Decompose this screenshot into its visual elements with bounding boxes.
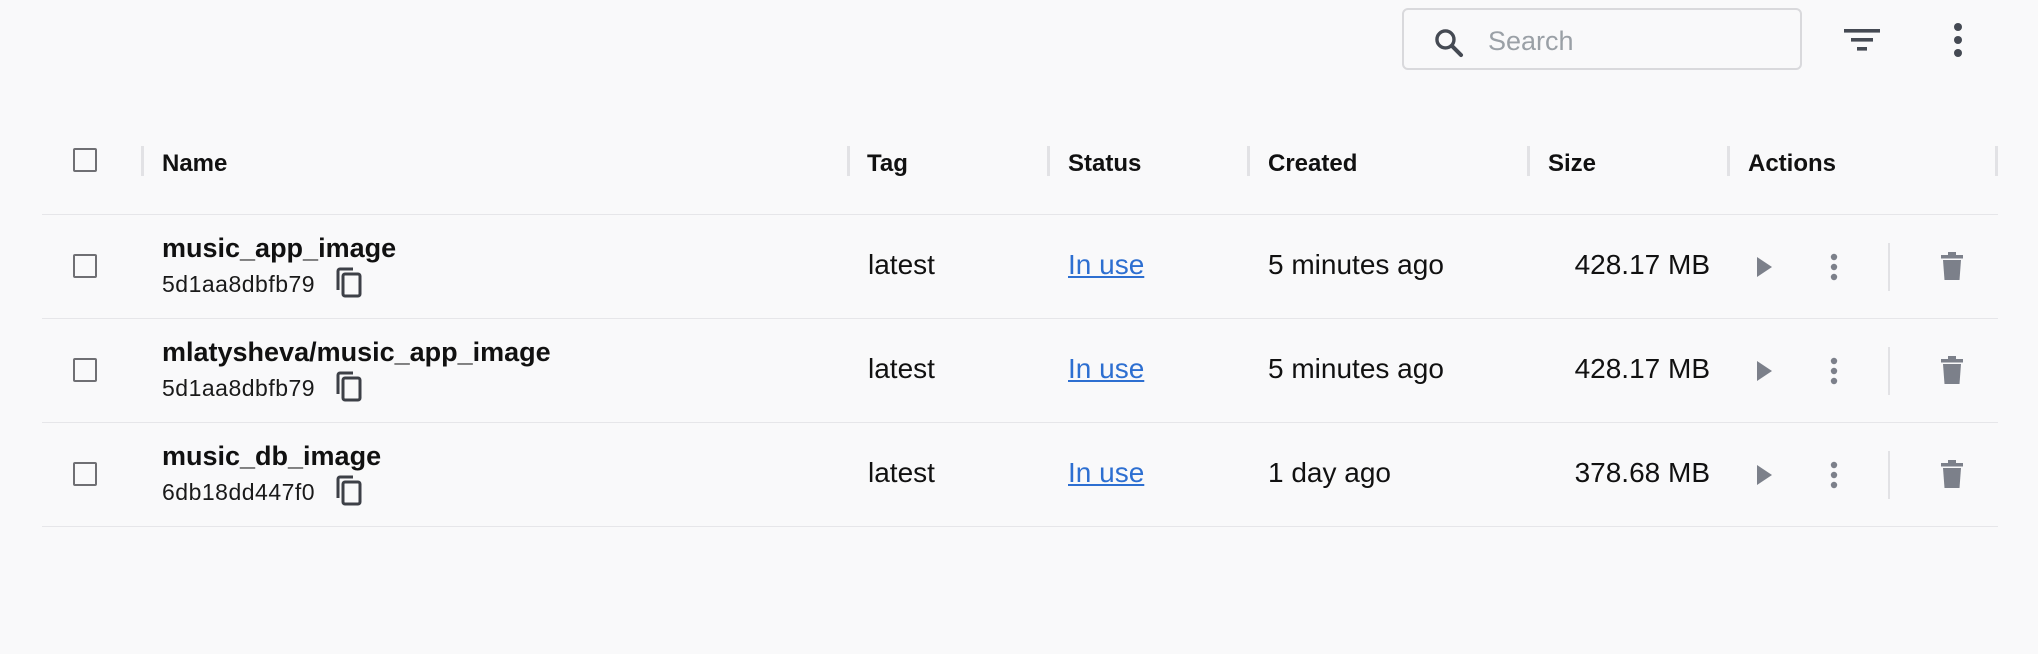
- filter-list-icon: [1844, 29, 1880, 51]
- created-time: 5 minutes ago: [1268, 353, 1444, 384]
- column-header-status[interactable]: Status: [1068, 144, 1141, 184]
- play-icon: [1757, 257, 1772, 277]
- delete-button[interactable]: [1930, 347, 1974, 393]
- row-checkbox[interactable]: [73, 254, 97, 278]
- table-row[interactable]: music_db_image 6db18dd447f0 latest In us…: [42, 423, 1998, 527]
- status-link[interactable]: In use: [1068, 457, 1144, 489]
- content-copy-icon[interactable]: [334, 474, 364, 508]
- image-tag: latest: [868, 353, 935, 384]
- column-header-tag[interactable]: Tag: [867, 144, 908, 184]
- column-divider[interactable]: [1995, 146, 1998, 176]
- table-row[interactable]: music_app_image 5d1aa8dbfb79 latest In u…: [42, 215, 1998, 319]
- column-divider[interactable]: [847, 146, 850, 176]
- trash-icon: [1941, 252, 1963, 280]
- more-vert-icon: [1830, 253, 1838, 281]
- toolbar: [0, 0, 2038, 80]
- action-divider: [1888, 243, 1890, 291]
- row-menu-button[interactable]: [1812, 453, 1856, 497]
- image-size: 428.17 MB: [1574, 249, 1710, 280]
- content-copy-icon[interactable]: [334, 370, 364, 404]
- run-button[interactable]: [1742, 245, 1786, 289]
- status-link[interactable]: In use: [1068, 353, 1144, 385]
- content-copy-icon[interactable]: [334, 266, 364, 300]
- table-row[interactable]: mlatysheva/music_app_image 5d1aa8dbfb79 …: [42, 319, 1998, 423]
- status-link[interactable]: In use: [1068, 249, 1144, 281]
- column-header-created[interactable]: Created: [1268, 144, 1357, 184]
- search-input[interactable]: [1486, 20, 1780, 62]
- more-vert-icon: [1830, 357, 1838, 385]
- image-name: music_db_image: [162, 441, 382, 471]
- row-checkbox[interactable]: [73, 462, 97, 486]
- search-icon: [1435, 29, 1464, 58]
- image-tag: latest: [868, 249, 935, 280]
- search-box[interactable]: [1402, 8, 1802, 70]
- image-tag: latest: [868, 457, 935, 488]
- column-header-name[interactable]: Name: [162, 144, 227, 184]
- created-time: 5 minutes ago: [1268, 249, 1444, 280]
- column-divider[interactable]: [1047, 146, 1050, 176]
- image-id: 5d1aa8dbfb79: [162, 271, 316, 297]
- more-vert-icon: [1954, 23, 1962, 57]
- images-table: Name Tag Status Created Size Actions mus…: [42, 120, 1998, 527]
- column-header-actions: Actions: [1748, 150, 1837, 177]
- image-size: 378.68 MB: [1574, 457, 1710, 488]
- column-divider[interactable]: [1527, 146, 1530, 176]
- image-id: 5d1aa8dbfb79: [162, 375, 316, 401]
- trash-icon: [1941, 460, 1963, 488]
- delete-button[interactable]: [1930, 451, 1974, 497]
- filter-button[interactable]: [1838, 14, 1886, 66]
- play-icon: [1757, 361, 1772, 381]
- more-options-button[interactable]: [1938, 14, 1978, 66]
- run-button[interactable]: [1742, 349, 1786, 393]
- column-divider[interactable]: [1727, 146, 1730, 176]
- action-divider: [1888, 347, 1890, 395]
- trash-icon: [1941, 356, 1963, 384]
- more-vert-icon: [1830, 461, 1838, 489]
- column-divider[interactable]: [1247, 146, 1250, 176]
- created-time: 1 day ago: [1268, 457, 1391, 488]
- row-checkbox[interactable]: [73, 358, 97, 382]
- column-divider[interactable]: [141, 146, 144, 176]
- select-all-checkbox[interactable]: [73, 148, 97, 172]
- image-size: 428.17 MB: [1574, 353, 1710, 384]
- run-button[interactable]: [1742, 453, 1786, 497]
- image-name: mlatysheva/music_app_image: [162, 337, 551, 367]
- column-header-size[interactable]: Size: [1548, 144, 1596, 184]
- action-divider: [1888, 451, 1890, 499]
- image-name: music_app_image: [162, 233, 397, 263]
- row-menu-button[interactable]: [1812, 245, 1856, 289]
- image-id: 6db18dd447f0: [162, 479, 316, 505]
- play-icon: [1757, 465, 1772, 485]
- row-menu-button[interactable]: [1812, 349, 1856, 393]
- delete-button[interactable]: [1930, 243, 1974, 289]
- table-header: Name Tag Status Created Size Actions: [42, 120, 1998, 215]
